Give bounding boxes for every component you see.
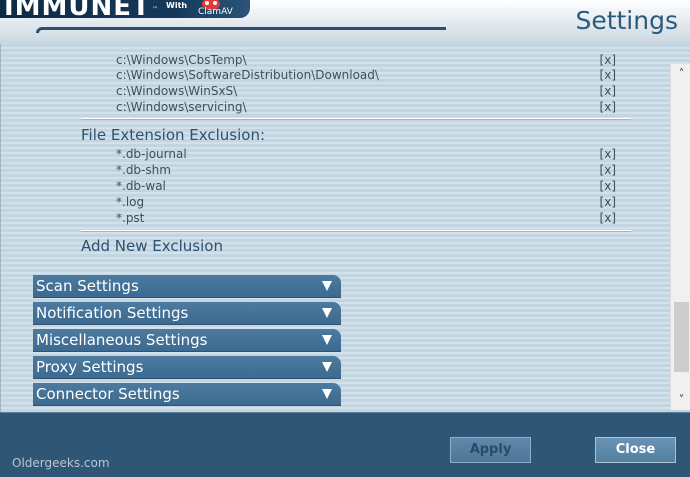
remove-exclusion-button[interactable]: [x] bbox=[600, 84, 616, 98]
section-divider bbox=[81, 230, 631, 231]
connector-settings-section[interactable]: Connector Settings bbox=[33, 383, 341, 406]
clamav-logo: ClamAV bbox=[198, 7, 233, 17]
header-swoosh-decoration bbox=[36, 27, 446, 33]
vertical-scrollbar[interactable]: ˄ ˅ bbox=[670, 64, 690, 410]
triangle-down-icon bbox=[322, 335, 332, 345]
brand-logo-banner: IMMUNET ™ With ClamAV bbox=[0, 0, 250, 18]
section-label: Notification Settings bbox=[36, 304, 189, 322]
watermark-text: Oldergeeks.com bbox=[12, 456, 110, 470]
scan-settings-section[interactable]: Scan Settings bbox=[33, 275, 341, 298]
remove-exclusion-button[interactable]: [x] bbox=[600, 53, 616, 67]
remove-exclusion-button[interactable]: [x] bbox=[600, 68, 616, 82]
extension-exclusion-text: *.db-shm bbox=[116, 163, 171, 177]
close-button[interactable]: Close bbox=[595, 437, 676, 463]
extension-exclusion-row: *.db-shm [x] bbox=[116, 163, 616, 178]
chevron-up-icon[interactable]: ˄ bbox=[671, 64, 690, 84]
section-label: Scan Settings bbox=[36, 277, 139, 295]
apply-button[interactable]: Apply bbox=[450, 437, 531, 463]
remove-exclusion-button[interactable]: [x] bbox=[600, 195, 616, 209]
extension-exclusion-row: *.log [x] bbox=[116, 195, 616, 210]
extension-exclusion-text: *.log bbox=[116, 195, 145, 209]
with-label: With bbox=[166, 1, 188, 10]
path-exclusion-row: c:\Windows\servicing\ [x] bbox=[116, 100, 616, 115]
settings-panel: c:\Windows\CbsTemp\ [x] c:\Windows\Softw… bbox=[0, 44, 690, 412]
remove-exclusion-button[interactable]: [x] bbox=[600, 179, 616, 193]
page-title: Settings bbox=[575, 6, 678, 35]
extension-exclusion-text: *.pst bbox=[116, 211, 145, 225]
settings-scroll-area: c:\Windows\CbsTemp\ [x] c:\Windows\Softw… bbox=[1, 44, 669, 412]
section-label: Connector Settings bbox=[36, 385, 180, 403]
scrollbar-thumb[interactable] bbox=[674, 302, 689, 372]
extension-exclusion-text: *.db-journal bbox=[116, 147, 187, 161]
proxy-settings-section[interactable]: Proxy Settings bbox=[33, 356, 341, 379]
extension-exclusion-row: *.db-wal [x] bbox=[116, 179, 616, 194]
remove-exclusion-button[interactable]: [x] bbox=[600, 211, 616, 225]
path-exclusion-text: c:\Windows\SoftwareDistribution\Download… bbox=[116, 68, 379, 82]
triangle-down-icon bbox=[322, 389, 332, 399]
triangle-down-icon bbox=[322, 281, 332, 291]
extension-exclusion-text: *.db-wal bbox=[116, 179, 166, 193]
extension-exclusion-row: *.pst [x] bbox=[116, 211, 616, 226]
immunet-logo: IMMUNET bbox=[4, 0, 151, 18]
path-exclusion-text: c:\Windows\servicing\ bbox=[116, 100, 247, 114]
section-divider bbox=[81, 118, 631, 119]
remove-exclusion-button[interactable]: [x] bbox=[600, 163, 616, 177]
remove-exclusion-button[interactable]: [x] bbox=[600, 147, 616, 161]
section-label: Proxy Settings bbox=[36, 358, 144, 376]
notification-settings-section[interactable]: Notification Settings bbox=[33, 302, 341, 325]
path-exclusion-row: c:\Windows\CbsTemp\ [x] bbox=[116, 53, 616, 68]
extension-exclusion-row: *.db-journal [x] bbox=[116, 147, 616, 162]
chevron-down-icon[interactable]: ˅ bbox=[671, 390, 690, 410]
remove-exclusion-button[interactable]: [x] bbox=[600, 100, 616, 114]
section-label: Miscellaneous Settings bbox=[36, 331, 208, 349]
triangle-down-icon bbox=[322, 308, 332, 318]
path-exclusion-row: c:\Windows\SoftwareDistribution\Download… bbox=[116, 68, 616, 83]
path-exclusion-row: c:\Windows\WinSxS\ [x] bbox=[116, 84, 616, 99]
path-exclusion-text: c:\Windows\WinSxS\ bbox=[116, 84, 238, 98]
trademark-mark: ™ bbox=[152, 6, 158, 13]
header-bar: IMMUNET ™ With ClamAV Settings bbox=[0, 0, 690, 44]
triangle-down-icon bbox=[322, 362, 332, 372]
add-new-exclusion-link[interactable]: Add New Exclusion bbox=[81, 237, 223, 255]
footer-bar: Oldergeeks.com Apply Close bbox=[0, 412, 690, 477]
file-extension-exclusion-heading: File Extension Exclusion: bbox=[81, 126, 266, 144]
path-exclusion-text: c:\Windows\CbsTemp\ bbox=[116, 53, 247, 67]
miscellaneous-settings-section[interactable]: Miscellaneous Settings bbox=[33, 329, 341, 352]
